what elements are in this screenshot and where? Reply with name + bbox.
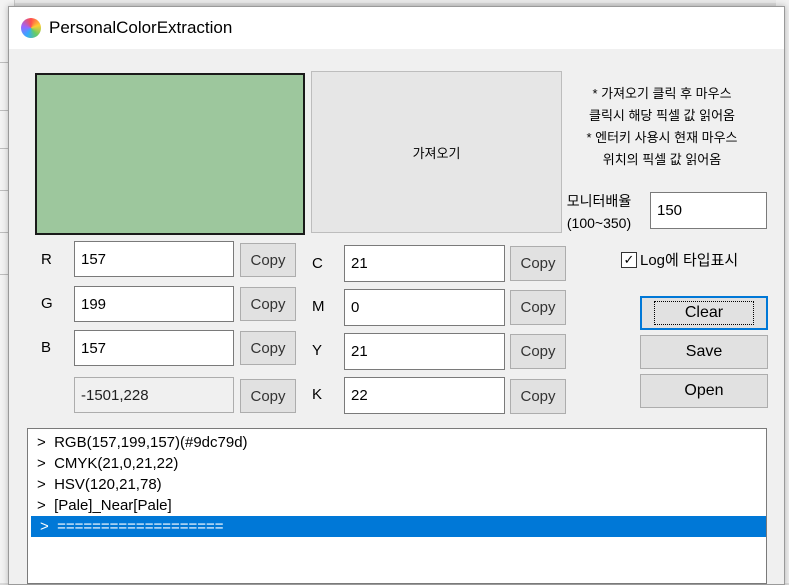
main-window: PersonalColorExtraction 가져오기 * 가져오기 클릭 후… [8, 6, 785, 585]
list-item[interactable]: > CMYK(21,0,21,22) [28, 453, 766, 474]
copy-position-button[interactable]: Copy [240, 379, 296, 413]
copy-c-button[interactable]: Copy [510, 246, 566, 281]
copy-y-button[interactable]: Copy [510, 334, 566, 369]
log-list[interactable]: > RGB(157,199,157)(#9dc79d) > CMYK(21,0,… [27, 428, 767, 584]
r-label: R [41, 251, 52, 268]
m-label: M [312, 298, 325, 315]
copy-b-button[interactable]: Copy [240, 331, 296, 365]
copy-m-button[interactable]: Copy [510, 290, 566, 325]
mouse-position-field[interactable] [74, 377, 234, 413]
open-button[interactable]: Open [640, 374, 768, 408]
checkbox-checked-icon[interactable]: ✓ [621, 251, 637, 268]
g-label: G [41, 295, 53, 312]
clear-button-label: Clear [653, 301, 755, 325]
monitor-scale-label: 모니터배율 (100~350) [547, 190, 651, 234]
list-item[interactable]: > HSV(120,21,78) [28, 474, 766, 495]
monitor-scale-label-line2: (100~350) [566, 215, 632, 231]
help-line: 클릭시 해당 픽셀 값 읽어옴 [588, 108, 735, 123]
g-value-field[interactable] [74, 286, 234, 322]
list-item-selected[interactable]: > =================== [31, 516, 766, 537]
b-label: B [41, 339, 52, 356]
help-line: * 엔터키 사용시 현재 마우스 [586, 130, 738, 145]
c-label: C [312, 255, 323, 272]
log-type-label: Log에 타입표시 [640, 252, 739, 269]
title-bar: PersonalColorExtraction [9, 7, 784, 49]
r-value-field[interactable] [74, 241, 234, 277]
clear-button[interactable]: Clear [640, 296, 768, 330]
help-text: * 가져오기 클릭 후 마우스 클릭시 해당 픽셀 값 읽어옴 * 엔터키 사용… [552, 83, 772, 171]
y-label: Y [312, 342, 323, 359]
copy-k-button[interactable]: Copy [510, 379, 566, 414]
help-line: * 가져오기 클릭 후 마우스 [592, 86, 732, 101]
monitor-scale-label-line1: 모니터배율 [566, 193, 632, 209]
k-label: K [312, 386, 323, 403]
m-value-field[interactable] [344, 289, 505, 326]
color-wheel-icon [21, 18, 41, 38]
k-value-field[interactable] [344, 377, 505, 414]
window-title: PersonalColorExtraction [49, 18, 233, 37]
window-edge [768, 428, 784, 584]
log-type-toggle[interactable]: ✓ Log에 타입표시 [621, 249, 738, 270]
b-value-field[interactable] [74, 330, 234, 366]
copy-r-button[interactable]: Copy [240, 243, 296, 277]
color-preview-swatch [35, 73, 305, 235]
c-value-field[interactable] [344, 245, 505, 282]
fetch-button[interactable]: 가져오기 [311, 71, 562, 233]
list-item[interactable]: > [Pale]_Near[Pale] [28, 495, 766, 516]
copy-g-button[interactable]: Copy [240, 287, 296, 321]
help-line: 위치의 픽셀 값 읽어옴 [602, 152, 722, 167]
y-value-field[interactable] [344, 333, 505, 370]
save-button[interactable]: Save [640, 335, 768, 369]
monitor-scale-input[interactable] [650, 192, 767, 229]
list-item[interactable]: > RGB(157,199,157)(#9dc79d) [28, 432, 766, 453]
background-app-top [14, 0, 789, 3]
